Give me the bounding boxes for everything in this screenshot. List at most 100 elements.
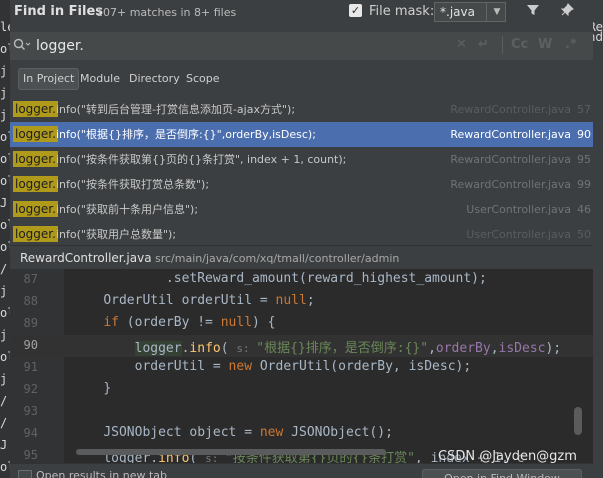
line-number: 93 xyxy=(23,404,38,418)
line-number: 91 xyxy=(23,360,38,374)
code-token: (orderBy != xyxy=(118,315,221,330)
tab-module[interactable]: Module xyxy=(76,68,124,90)
result-file: RewardController.java xyxy=(450,103,571,116)
dialog-footer: Open results in new tab Open in Find Win… xyxy=(10,463,593,478)
code-token: ); xyxy=(545,341,562,356)
open-in-find-window-button[interactable]: Open in Find Window xyxy=(422,469,582,478)
search-input[interactable] xyxy=(36,36,436,56)
background-editor-right: Reand xyxy=(580,0,603,478)
result-line: 46 xyxy=(577,203,591,216)
result-line: 90 xyxy=(577,128,591,141)
background-code-fragment: j xyxy=(0,64,8,78)
code-token: logger xyxy=(134,341,182,356)
background-code-fragment: j xyxy=(0,108,8,122)
code-token: JSONObject(); xyxy=(283,425,393,440)
file-mask-value: *.java xyxy=(440,5,475,19)
code-token: } xyxy=(103,381,112,396)
code-line: 92 } xyxy=(10,379,593,401)
code-text: .setReward_amount(reward_highest_amount)… xyxy=(72,271,487,286)
code-line: 87 .setReward_amount(reward_highest_amou… xyxy=(10,269,593,291)
background-code-fragment: j xyxy=(0,372,8,386)
code-text: } xyxy=(72,381,111,396)
chevron-down-icon[interactable]: ▼ xyxy=(486,3,507,21)
code-text: if (orderBy != null) { xyxy=(72,315,275,330)
match-highlight: logger. xyxy=(13,101,58,117)
code-text: orderUtil = new OrderUtil(orderBy, isDes… xyxy=(72,359,472,374)
dialog-title: Find in Files xyxy=(14,4,104,19)
code-line: 88 OrderUtil orderUtil = null; xyxy=(10,291,593,313)
file-mask-label: File mask: xyxy=(369,4,435,19)
result-file: UserController.java xyxy=(466,203,571,216)
vertical-scrollbar[interactable] xyxy=(574,407,582,435)
filter-icon[interactable] xyxy=(523,3,543,21)
match-count: 107+ matches in 8+ files xyxy=(96,6,237,19)
code-token: OrderUtil orderUtil = xyxy=(103,293,276,308)
code-token: info xyxy=(189,341,221,356)
search-icon[interactable] xyxy=(13,38,31,55)
newline-icon[interactable]: ↵ xyxy=(478,37,489,52)
horizontal-scrollbar[interactable] xyxy=(76,449,386,455)
result-text: info("按条件获取第{}页的{}条打赏", index + 1, count… xyxy=(56,153,347,166)
result-row[interactable]: logger. info("按条件获取打赏总条数"); RewardContro… xyxy=(10,172,593,197)
result-row[interactable]: logger. info("转到后台管理-打赏信息添加页-ajax方式"); R… xyxy=(10,97,593,122)
result-line: 95 xyxy=(577,153,591,166)
clear-icon[interactable]: ✕ xyxy=(456,37,467,52)
result-row-selected[interactable]: logger. info("根据{}排序，是否倒序:{}",orderBy,is… xyxy=(10,122,593,147)
match-highlight: logger. xyxy=(13,151,58,167)
background-editor-gutter: le ol j j j ol ol ol Jol ol / j ol j ol j / / Jol xyxy=(0,0,14,478)
watermark: CSDN @Jayden@gzm xyxy=(438,449,577,464)
result-text: info("根据{}排序，是否倒序:{}",orderBy,isDesc); xyxy=(56,128,316,141)
scope-tabs: In Project Module Directory Scope xyxy=(10,66,593,92)
background-code-fragment: j xyxy=(0,284,8,298)
result-line: 50 xyxy=(577,228,591,241)
tab-directory[interactable]: Directory xyxy=(125,68,184,90)
background-code-fragment: / xyxy=(0,394,8,408)
regex-icon[interactable]: .* xyxy=(565,37,577,52)
match-highlight: logger. xyxy=(13,176,58,192)
dialog-header: Find in Files 107+ matches in 8+ files ✓… xyxy=(10,0,593,25)
code-line: 89 if (orderBy != null) { xyxy=(10,313,593,335)
tab-in-project[interactable]: In Project xyxy=(18,68,80,90)
open-new-tab-checkbox[interactable] xyxy=(18,470,32,478)
code-token: OrderUtil(orderBy, isDesc); xyxy=(252,359,472,374)
tab-scope[interactable]: Scope xyxy=(182,68,224,90)
code-token: ( xyxy=(220,341,237,356)
code-token: null xyxy=(275,293,307,308)
code-line: 93 xyxy=(10,401,593,423)
code-token: orderUtil = xyxy=(134,359,229,374)
file-mask-select[interactable]: *.java ▼ xyxy=(434,2,506,22)
line-number: 88 xyxy=(23,294,38,308)
code-token: JSONObject object = xyxy=(103,425,260,440)
result-file: RewardController.java xyxy=(450,153,571,166)
result-text: info("转到后台管理-打赏信息添加页-ajax方式"); xyxy=(56,103,296,116)
code-token: , xyxy=(490,341,499,356)
code-preview[interactable]: 87 .setReward_amount(reward_highest_amou… xyxy=(10,269,593,463)
pin-icon[interactable] xyxy=(557,3,577,21)
result-text: info("获取用户总数量"); xyxy=(56,228,177,241)
code-text: JSONObject object = new JSONObject(); xyxy=(72,425,393,440)
search-bar: ✕ ↵ Cc W .* xyxy=(10,32,593,60)
code-line: 90 logger.info( s: "根据{}排序，是否倒序:{}",orde… xyxy=(10,335,593,357)
search-divider xyxy=(502,36,504,54)
result-line: 57 xyxy=(577,103,591,116)
result-text: info("按条件获取打赏总条数"); xyxy=(56,178,210,191)
result-row[interactable]: logger. info("获取前十条用户信息"); UserControlle… xyxy=(10,197,593,222)
background-code-fragment: j xyxy=(0,328,8,342)
background-code-fragment: J xyxy=(0,438,8,452)
code-token: orderBy xyxy=(435,341,491,356)
file-mask-checkbox[interactable]: ✓ xyxy=(349,4,362,17)
code-token: isDesc xyxy=(498,341,546,356)
result-file: RewardController.java xyxy=(450,178,571,191)
result-row[interactable]: logger. info("获取用户总数量"); UserController.… xyxy=(10,222,593,247)
background-code-fragment: j xyxy=(0,86,8,100)
result-row[interactable]: logger. info("按条件获取第{}页的{}条打赏", index + … xyxy=(10,147,593,172)
result-file: UserController.java xyxy=(466,228,571,241)
match-case-icon[interactable]: Cc xyxy=(511,37,528,52)
code-line: 94 JSONObject object = new JSONObject(); xyxy=(10,423,593,445)
words-icon[interactable]: W xyxy=(538,37,552,52)
